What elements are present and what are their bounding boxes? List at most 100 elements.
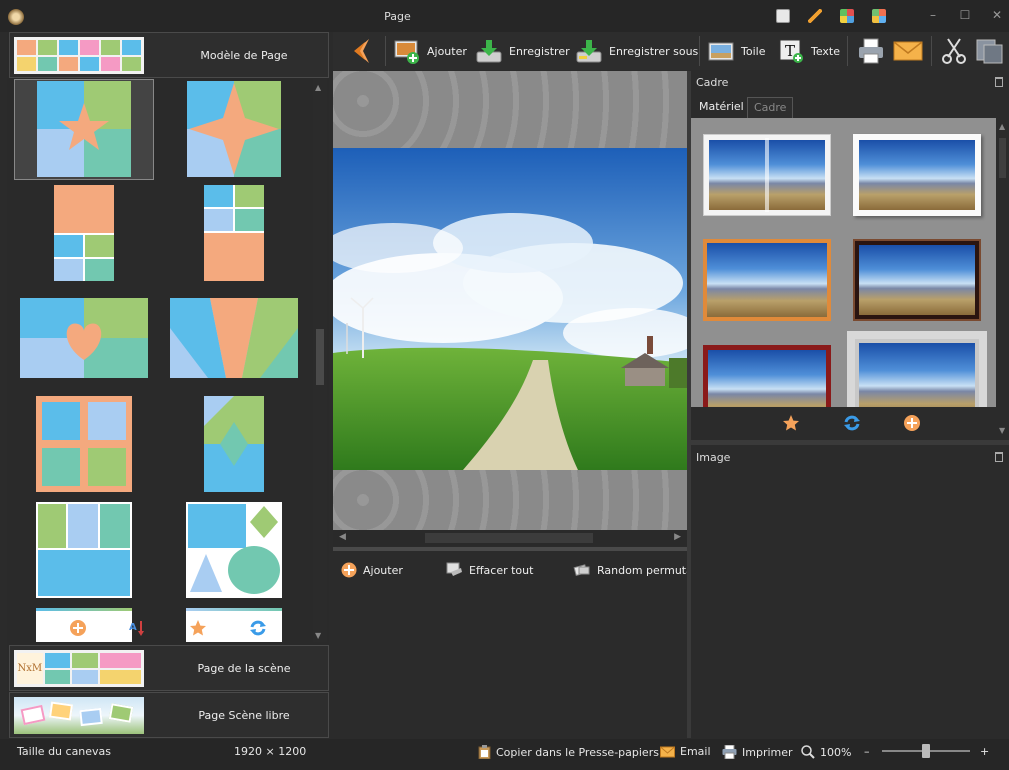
add-circle-icon bbox=[341, 562, 357, 578]
image-panel-body bbox=[691, 470, 1009, 738]
text-button[interactable]: T Texte bbox=[777, 36, 840, 66]
random-permutation-label: Random permuta bbox=[597, 563, 693, 577]
layout-fan-rays[interactable] bbox=[170, 298, 298, 378]
pin-icon[interactable] bbox=[995, 452, 1003, 462]
sort-az-icon[interactable]: A bbox=[128, 619, 146, 637]
add-circle-icon[interactable] bbox=[903, 414, 921, 432]
text-label: Texte bbox=[811, 44, 841, 58]
frame-scrollbar[interactable]: ▲ ▼ bbox=[996, 118, 1009, 438]
add-image-button[interactable]: Ajouter bbox=[393, 36, 467, 66]
clear-all-label: Effacer tout bbox=[469, 563, 534, 577]
canvas-photo[interactable] bbox=[333, 148, 687, 470]
canvas-area[interactable] bbox=[333, 71, 687, 530]
add-photo-button[interactable]: Ajouter bbox=[341, 562, 403, 578]
zoom-in-button[interactable]: + bbox=[980, 745, 989, 758]
canvas-hscrollbar[interactable]: ◀ ▶ bbox=[333, 530, 687, 546]
free-scene-thumbnail bbox=[14, 697, 144, 734]
section-free-scene-page[interactable]: Page Scène libre bbox=[9, 692, 329, 738]
scroll-right-icon[interactable]: ▶ bbox=[674, 532, 681, 542]
email-icon[interactable] bbox=[893, 39, 923, 63]
status-bar: Taille du canevas 1920 × 1200 Copier dan… bbox=[0, 739, 1009, 770]
minimize-button[interactable]: – bbox=[927, 8, 939, 22]
canvas-actions-bar: Ajouter Effacer tout Random permuta bbox=[333, 551, 693, 738]
hscrollbar-thumb[interactable] bbox=[425, 533, 593, 543]
scroll-down-icon[interactable]: ▼ bbox=[315, 631, 321, 640]
save-label: Enregistrer bbox=[509, 44, 570, 58]
tab-materiel[interactable]: Matériel bbox=[693, 97, 750, 118]
scroll-up-icon[interactable]: ▲ bbox=[999, 122, 1005, 131]
copy-to-clipboard-button[interactable]: Copier dans le Presse-papiers bbox=[478, 745, 659, 759]
section-scene-page[interactable]: NxM Page de la scène bbox=[9, 645, 329, 691]
layout-heart[interactable] bbox=[20, 298, 148, 378]
zoom-out-button[interactable]: – bbox=[864, 745, 870, 758]
scrollbar-thumb[interactable] bbox=[316, 329, 324, 385]
section-label: Page Scène libre bbox=[198, 709, 290, 722]
canvas-button[interactable]: Toile bbox=[707, 36, 765, 66]
save-as-button[interactable]: Enregistrer sous bbox=[575, 36, 698, 66]
document-icon[interactable] bbox=[776, 9, 790, 23]
scroll-up-icon[interactable]: ▲ bbox=[315, 83, 321, 92]
pin-icon[interactable] bbox=[995, 77, 1003, 87]
frame-dark-wood[interactable] bbox=[853, 239, 981, 321]
add-image-icon bbox=[394, 40, 419, 64]
grid-icon[interactable] bbox=[872, 9, 886, 23]
print-icon[interactable] bbox=[857, 37, 885, 65]
add-layout-icon[interactable] bbox=[69, 619, 87, 637]
copy-label: Copier dans le Presse-papiers bbox=[496, 745, 659, 759]
email-icon bbox=[660, 746, 675, 757]
layout-tall-peach-grid[interactable] bbox=[54, 185, 114, 281]
frame-white-book[interactable] bbox=[703, 134, 831, 216]
refresh-icon[interactable] bbox=[843, 414, 861, 432]
maximize-button[interactable]: ☐ bbox=[959, 8, 971, 22]
frame-actions bbox=[691, 407, 996, 438]
layout-blue-three-panel[interactable] bbox=[36, 502, 132, 598]
refresh-icon[interactable] bbox=[249, 619, 267, 637]
close-button[interactable]: ✕ bbox=[991, 8, 1003, 22]
random-permutation-button[interactable]: Random permuta bbox=[573, 562, 693, 578]
back-arrow-icon[interactable] bbox=[349, 38, 373, 64]
page-template-thumbnail bbox=[14, 37, 144, 74]
frame-orange[interactable] bbox=[703, 239, 831, 321]
cadre-panel-header: Cadre bbox=[691, 72, 1009, 94]
frame-ornate-silver[interactable] bbox=[847, 331, 987, 407]
cut-icon[interactable] bbox=[940, 37, 968, 65]
section-label: Page de la scène bbox=[197, 662, 291, 675]
layout-scrollbar[interactable]: ▲ ▼ bbox=[313, 79, 327, 642]
layout-diamond-split[interactable] bbox=[204, 396, 264, 492]
scroll-left-icon[interactable]: ◀ bbox=[339, 532, 346, 542]
email-button[interactable]: Email bbox=[660, 745, 711, 758]
image-panel-title: Image bbox=[696, 451, 731, 464]
right-panel-divider[interactable] bbox=[691, 440, 1009, 445]
copy-pages-icon[interactable] bbox=[975, 36, 1005, 66]
left-panel: Modèle de Page ▲ ▼ A NxM Page de la scèn… bbox=[7, 32, 329, 738]
section-page-template[interactable]: Modèle de Page bbox=[9, 32, 329, 78]
add-photo-label: Ajouter bbox=[363, 563, 403, 577]
layout-shapes[interactable] bbox=[186, 502, 282, 598]
save-as-label: Enregistrer sous bbox=[609, 44, 699, 58]
background-pattern-top bbox=[333, 71, 687, 148]
eraser-icon bbox=[446, 562, 462, 576]
clear-all-button[interactable]: Effacer tout bbox=[445, 562, 533, 578]
zoom-slider-handle[interactable] bbox=[922, 744, 930, 758]
scrollbar-thumb[interactable] bbox=[999, 138, 1006, 178]
frame-red[interactable] bbox=[703, 345, 831, 407]
save-button[interactable]: Enregistrer bbox=[475, 36, 570, 66]
layout-tall-grid-peach[interactable] bbox=[204, 185, 264, 281]
scroll-down-icon[interactable]: ▼ bbox=[999, 426, 1005, 435]
zoom-indicator[interactable]: 100% bbox=[801, 745, 851, 759]
favorite-star-icon[interactable] bbox=[189, 619, 207, 637]
favorite-star-icon[interactable] bbox=[782, 414, 800, 432]
pencil-icon[interactable] bbox=[808, 9, 822, 23]
print-label: Imprimer bbox=[742, 745, 793, 759]
collage-icon[interactable] bbox=[840, 9, 854, 23]
main-toolbar: Ajouter Enregistrer Enregistrer sous Toi… bbox=[333, 32, 1009, 70]
layout-star-quad[interactable] bbox=[37, 81, 131, 177]
save-icon bbox=[476, 40, 502, 63]
layout-four-point-star[interactable] bbox=[187, 81, 281, 177]
print-button[interactable]: Imprimer bbox=[722, 745, 793, 759]
frame-white-shadow[interactable] bbox=[853, 134, 981, 216]
zoom-slider[interactable] bbox=[882, 744, 970, 758]
tab-cadre[interactable]: Cadre bbox=[747, 97, 794, 118]
canvas-icon bbox=[708, 42, 734, 61]
layout-cross-quad[interactable] bbox=[36, 396, 132, 492]
